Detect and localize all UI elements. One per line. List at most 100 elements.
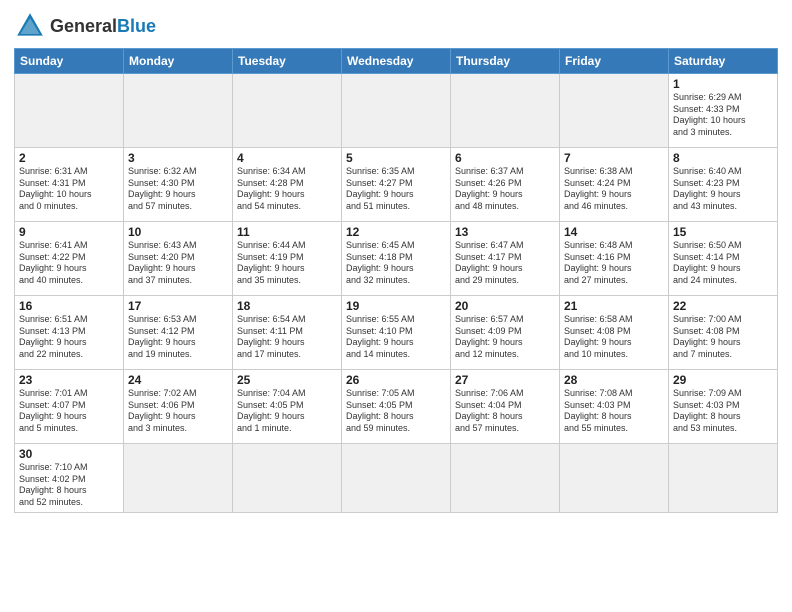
calendar-cell (451, 444, 560, 513)
calendar-cell: 8Sunrise: 6:40 AM Sunset: 4:23 PM Daylig… (669, 148, 778, 222)
calendar-cell: 10Sunrise: 6:43 AM Sunset: 4:20 PM Dayli… (124, 222, 233, 296)
day-info: Sunrise: 7:06 AM Sunset: 4:04 PM Dayligh… (455, 388, 555, 435)
day-number: 10 (128, 225, 228, 239)
day-number: 14 (564, 225, 664, 239)
calendar-cell (560, 74, 669, 148)
day-info: Sunrise: 6:34 AM Sunset: 4:28 PM Dayligh… (237, 166, 337, 213)
days-row: Sunday Monday Tuesday Wednesday Thursday… (15, 49, 778, 74)
calendar-cell (342, 444, 451, 513)
day-number: 26 (346, 373, 446, 387)
day-info: Sunrise: 6:35 AM Sunset: 4:27 PM Dayligh… (346, 166, 446, 213)
day-info: Sunrise: 6:53 AM Sunset: 4:12 PM Dayligh… (128, 314, 228, 361)
day-number: 16 (19, 299, 119, 313)
calendar-cell: 9Sunrise: 6:41 AM Sunset: 4:22 PM Daylig… (15, 222, 124, 296)
calendar-week-4: 23Sunrise: 7:01 AM Sunset: 4:07 PM Dayli… (15, 370, 778, 444)
header: GeneralBlue (14, 10, 778, 42)
day-number: 27 (455, 373, 555, 387)
calendar-cell: 26Sunrise: 7:05 AM Sunset: 4:05 PM Dayli… (342, 370, 451, 444)
day-number: 15 (673, 225, 773, 239)
day-number: 6 (455, 151, 555, 165)
calendar-week-3: 16Sunrise: 6:51 AM Sunset: 4:13 PM Dayli… (15, 296, 778, 370)
day-info: Sunrise: 7:09 AM Sunset: 4:03 PM Dayligh… (673, 388, 773, 435)
calendar-cell: 15Sunrise: 6:50 AM Sunset: 4:14 PM Dayli… (669, 222, 778, 296)
day-number: 3 (128, 151, 228, 165)
calendar-body: 1Sunrise: 6:29 AM Sunset: 4:33 PM Daylig… (15, 74, 778, 513)
day-info: Sunrise: 6:48 AM Sunset: 4:16 PM Dayligh… (564, 240, 664, 287)
day-number: 1 (673, 77, 773, 91)
calendar-cell: 20Sunrise: 6:57 AM Sunset: 4:09 PM Dayli… (451, 296, 560, 370)
calendar-cell (451, 74, 560, 148)
day-number: 5 (346, 151, 446, 165)
calendar-cell: 24Sunrise: 7:02 AM Sunset: 4:06 PM Dayli… (124, 370, 233, 444)
calendar-cell (669, 444, 778, 513)
col-sunday: Sunday (15, 49, 124, 74)
day-number: 22 (673, 299, 773, 313)
day-number: 25 (237, 373, 337, 387)
day-info: Sunrise: 7:00 AM Sunset: 4:08 PM Dayligh… (673, 314, 773, 361)
calendar-cell: 4Sunrise: 6:34 AM Sunset: 4:28 PM Daylig… (233, 148, 342, 222)
calendar-cell (124, 444, 233, 513)
calendar: Sunday Monday Tuesday Wednesday Thursday… (14, 48, 778, 513)
logo: GeneralBlue (14, 10, 156, 42)
day-number: 2 (19, 151, 119, 165)
calendar-cell: 11Sunrise: 6:44 AM Sunset: 4:19 PM Dayli… (233, 222, 342, 296)
calendar-cell: 14Sunrise: 6:48 AM Sunset: 4:16 PM Dayli… (560, 222, 669, 296)
calendar-week-1: 2Sunrise: 6:31 AM Sunset: 4:31 PM Daylig… (15, 148, 778, 222)
calendar-cell: 19Sunrise: 6:55 AM Sunset: 4:10 PM Dayli… (342, 296, 451, 370)
day-info: Sunrise: 6:45 AM Sunset: 4:18 PM Dayligh… (346, 240, 446, 287)
calendar-cell: 12Sunrise: 6:45 AM Sunset: 4:18 PM Dayli… (342, 222, 451, 296)
col-friday: Friday (560, 49, 669, 74)
calendar-cell (233, 74, 342, 148)
calendar-week-5: 30Sunrise: 7:10 AM Sunset: 4:02 PM Dayli… (15, 444, 778, 513)
day-info: Sunrise: 6:40 AM Sunset: 4:23 PM Dayligh… (673, 166, 773, 213)
day-info: Sunrise: 7:05 AM Sunset: 4:05 PM Dayligh… (346, 388, 446, 435)
day-number: 19 (346, 299, 446, 313)
day-info: Sunrise: 6:31 AM Sunset: 4:31 PM Dayligh… (19, 166, 119, 213)
day-number: 11 (237, 225, 337, 239)
day-info: Sunrise: 7:08 AM Sunset: 4:03 PM Dayligh… (564, 388, 664, 435)
logo-icon (14, 10, 46, 42)
col-thursday: Thursday (451, 49, 560, 74)
col-monday: Monday (124, 49, 233, 74)
calendar-cell: 16Sunrise: 6:51 AM Sunset: 4:13 PM Dayli… (15, 296, 124, 370)
day-info: Sunrise: 6:50 AM Sunset: 4:14 PM Dayligh… (673, 240, 773, 287)
calendar-cell: 5Sunrise: 6:35 AM Sunset: 4:27 PM Daylig… (342, 148, 451, 222)
day-info: Sunrise: 6:54 AM Sunset: 4:11 PM Dayligh… (237, 314, 337, 361)
calendar-cell: 21Sunrise: 6:58 AM Sunset: 4:08 PM Dayli… (560, 296, 669, 370)
calendar-cell: 13Sunrise: 6:47 AM Sunset: 4:17 PM Dayli… (451, 222, 560, 296)
calendar-cell: 7Sunrise: 6:38 AM Sunset: 4:24 PM Daylig… (560, 148, 669, 222)
day-info: Sunrise: 6:38 AM Sunset: 4:24 PM Dayligh… (564, 166, 664, 213)
calendar-cell: 17Sunrise: 6:53 AM Sunset: 4:12 PM Dayli… (124, 296, 233, 370)
calendar-cell: 3Sunrise: 6:32 AM Sunset: 4:30 PM Daylig… (124, 148, 233, 222)
calendar-cell: 27Sunrise: 7:06 AM Sunset: 4:04 PM Dayli… (451, 370, 560, 444)
calendar-cell (124, 74, 233, 148)
day-number: 28 (564, 373, 664, 387)
day-number: 29 (673, 373, 773, 387)
day-info: Sunrise: 6:44 AM Sunset: 4:19 PM Dayligh… (237, 240, 337, 287)
calendar-cell (233, 444, 342, 513)
day-number: 23 (19, 373, 119, 387)
calendar-cell: 1Sunrise: 6:29 AM Sunset: 4:33 PM Daylig… (669, 74, 778, 148)
day-number: 18 (237, 299, 337, 313)
day-info: Sunrise: 6:57 AM Sunset: 4:09 PM Dayligh… (455, 314, 555, 361)
day-number: 7 (564, 151, 664, 165)
col-saturday: Saturday (669, 49, 778, 74)
day-number: 4 (237, 151, 337, 165)
day-number: 9 (19, 225, 119, 239)
logo-text: GeneralBlue (50, 16, 156, 37)
col-wednesday: Wednesday (342, 49, 451, 74)
calendar-cell: 2Sunrise: 6:31 AM Sunset: 4:31 PM Daylig… (15, 148, 124, 222)
calendar-cell (15, 74, 124, 148)
calendar-cell: 25Sunrise: 7:04 AM Sunset: 4:05 PM Dayli… (233, 370, 342, 444)
calendar-cell: 18Sunrise: 6:54 AM Sunset: 4:11 PM Dayli… (233, 296, 342, 370)
day-number: 24 (128, 373, 228, 387)
calendar-cell: 30Sunrise: 7:10 AM Sunset: 4:02 PM Dayli… (15, 444, 124, 513)
day-info: Sunrise: 6:41 AM Sunset: 4:22 PM Dayligh… (19, 240, 119, 287)
day-info: Sunrise: 6:58 AM Sunset: 4:08 PM Dayligh… (564, 314, 664, 361)
calendar-cell: 22Sunrise: 7:00 AM Sunset: 4:08 PM Dayli… (669, 296, 778, 370)
calendar-cell: 29Sunrise: 7:09 AM Sunset: 4:03 PM Dayli… (669, 370, 778, 444)
day-info: Sunrise: 7:04 AM Sunset: 4:05 PM Dayligh… (237, 388, 337, 435)
page: GeneralBlue Sunday Monday Tuesday Wednes… (0, 0, 792, 612)
calendar-cell: 23Sunrise: 7:01 AM Sunset: 4:07 PM Dayli… (15, 370, 124, 444)
day-number: 20 (455, 299, 555, 313)
